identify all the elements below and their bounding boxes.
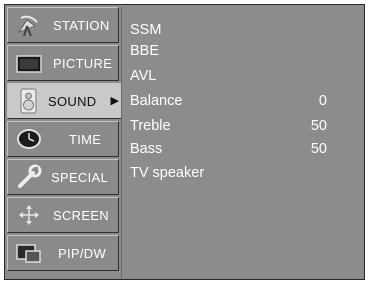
submenu-item-label: Treble [130,118,171,134]
submenu-item-tv-speaker[interactable]: TV speaker [130,165,350,185]
wrench-icon [15,164,43,190]
submenu-item-label: AVL [130,68,157,84]
submenu-item-label: Balance [130,93,183,109]
clock-icon [15,126,43,152]
submenu-item-label: TV speaker [130,165,205,181]
satellite-dish-icon [15,12,43,38]
menu-item-label: TIME [69,132,102,147]
menu-item-label: PICTURE [53,56,113,71]
treble-value: 50 [310,118,327,134]
menu-item-time[interactable]: TIME [7,121,119,157]
menu-item-label: SCREEN [53,208,109,223]
menu-item-screen[interactable]: SCREEN [7,197,119,233]
submenu-item-avl[interactable]: AVL [130,68,350,88]
menu-item-sound[interactable]: SOUND ▶ [7,83,129,119]
menu-item-picture[interactable]: PICTURE [7,45,119,81]
menu-item-label: SOUND [48,94,97,109]
submenu-item-label: BBE [130,43,160,59]
pip-windows-icon [15,240,43,266]
menu-item-pip-dw[interactable]: PIP/DW [7,235,119,271]
menu-item-label: SPECIAL [51,170,109,185]
menu-item-station[interactable]: STATION [7,7,119,43]
speaker-icon [15,88,43,114]
submenu-item-label: SSM [130,22,162,38]
osd-menu-window: STATION PICTURE SOUND ▶ TIME SPECIAL SCR… [4,4,365,280]
submenu-item-balance[interactable]: Balance 0 [130,93,350,113]
menu-item-label: STATION [53,18,110,33]
menu-item-label: PIP/DW [58,246,107,261]
bass-value: 50 [310,141,327,157]
submenu-item-label: Bass [130,141,163,157]
submenu-item-ssm[interactable]: SSM [130,22,350,42]
sound-submenu-panel: SSM BBE AVL Balance 0 Treble 50 Bass 50 … [121,7,362,278]
main-menu: STATION PICTURE SOUND ▶ TIME SPECIAL SCR… [7,7,129,278]
tv-screen-icon [15,50,43,76]
submenu-item-bbe[interactable]: BBE [130,43,350,63]
balance-value: 0 [318,93,327,109]
menu-item-special[interactable]: SPECIAL [7,159,119,195]
submenu-item-treble[interactable]: Treble 50 [130,118,350,138]
submenu-item-bass[interactable]: Bass 50 [130,141,350,161]
move-arrows-icon [15,202,43,228]
submenu-arrow-icon: ▶ [110,95,119,107]
